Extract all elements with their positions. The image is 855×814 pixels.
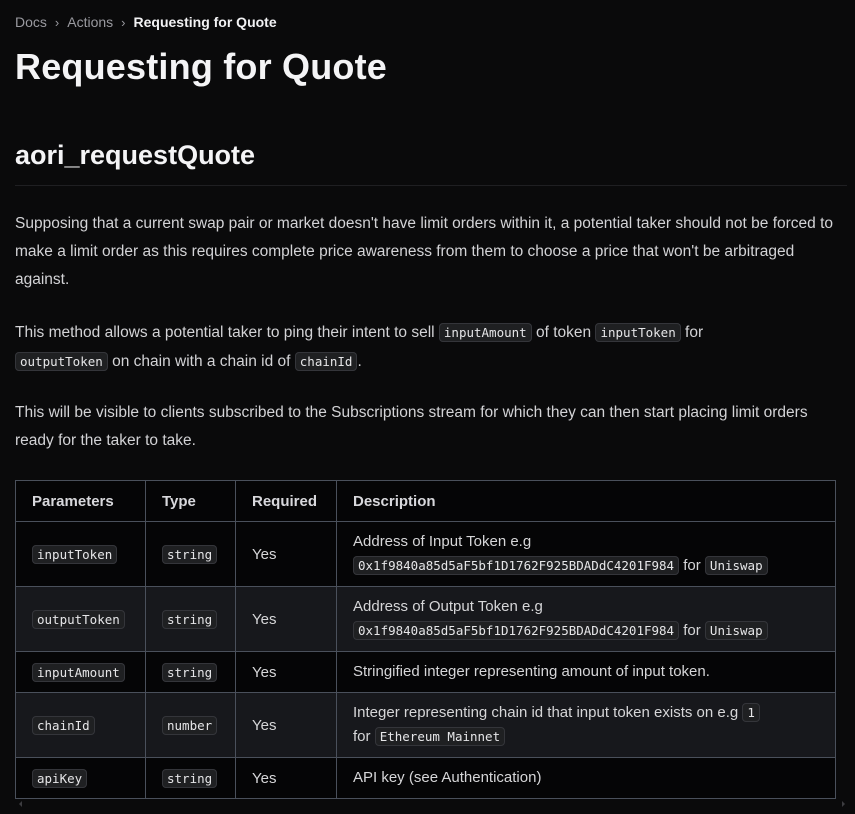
param-type: number	[162, 715, 218, 735]
param-type: string	[162, 609, 218, 629]
chevron-right-icon: ›	[54, 14, 60, 30]
intro-paragraph: Supposing that a current swap pair or ma…	[15, 215, 834, 288]
table-row: inputToken string Yes Address of Input T…	[15, 521, 836, 587]
type-cell: string	[145, 521, 236, 587]
param-name: inputToken	[32, 544, 118, 564]
param-name: inputAmount	[32, 662, 125, 682]
desc-text: for	[353, 728, 375, 745]
required-cell: Yes	[235, 692, 337, 758]
param-type: string	[162, 544, 218, 564]
type-cell: string	[145, 757, 236, 799]
chevron-right-icon: ›	[121, 14, 126, 30]
type-cell: string	[145, 586, 236, 652]
description-cell: Address of Output Token e.g 0x1f9840a85d5…	[336, 586, 836, 652]
required-cell: Yes	[235, 521, 337, 587]
desc-address: 0x1f9840a85d5aF5bf1D1762F925BDADdC4201F9…	[353, 621, 680, 640]
table-row: chainId number Yes Integer representing …	[15, 692, 836, 758]
code-output-token: outputToken	[15, 352, 108, 371]
param-cell: inputToken	[15, 521, 146, 587]
table-row: outputToken string Yes Address of Output…	[15, 586, 836, 652]
page-title: Requesting for Quote	[15, 46, 387, 87]
breadcrumb: Docs › Actions › Requesting for Quote	[15, 14, 277, 30]
description-cell: Integer representing chain id that input…	[336, 692, 836, 758]
section-title: aori_requestQuote	[15, 140, 256, 170]
desc-chain-name: Ethereum Mainnet	[374, 727, 506, 746]
breadcrumb-current: Requesting for Quote	[133, 14, 277, 30]
scroll-right-arrow-icon[interactable]	[842, 801, 845, 807]
desc-text: Address of Input Token e.g	[353, 533, 532, 550]
param-cell: chainId	[15, 692, 146, 758]
type-cell: number	[145, 692, 236, 758]
text: .	[357, 353, 362, 370]
desc-token-name: Uniswap	[704, 556, 768, 575]
scroll-left-arrow-icon[interactable]	[19, 801, 22, 807]
breadcrumb-docs[interactable]: Docs	[15, 14, 47, 30]
text: of token	[531, 324, 596, 341]
method-paragraph: This method allows a potential taker to …	[15, 318, 847, 376]
description-cell: API key (see Authentication)	[336, 757, 836, 799]
description-cell: Address of Input Token e.g 0x1f9840a85d5a…	[336, 521, 836, 587]
param-cell: inputAmount	[15, 651, 146, 693]
table-header-row: Parameters Type Required Description	[15, 480, 836, 522]
header-type: Type	[145, 480, 236, 522]
desc-token-name: Uniswap	[704, 621, 768, 640]
param-type: string	[162, 662, 218, 682]
visibility-paragraph: This will be visible to clients subscrib…	[15, 404, 808, 449]
required-cell: Yes	[235, 651, 337, 693]
breadcrumb-actions[interactable]: Actions	[67, 14, 113, 30]
desc-text: for	[679, 622, 705, 639]
parameters-table-container: Parameters Type Required Description inp…	[15, 480, 836, 799]
description-cell: Stringified integer representing amount …	[336, 651, 836, 693]
text: for	[680, 324, 704, 341]
type-cell: string	[145, 651, 236, 693]
header-required: Required	[235, 480, 337, 522]
table-row: apiKey string Yes API key (see Authentic…	[15, 757, 836, 799]
param-name: apiKey	[32, 768, 88, 788]
desc-text: Address of Output Token e.g	[353, 598, 543, 615]
parameters-table: Parameters Type Required Description inp…	[15, 480, 836, 799]
section-divider	[15, 185, 847, 186]
code-input-amount: inputAmount	[438, 323, 532, 342]
code-chain-id: chainId	[294, 352, 358, 371]
code-input-token: inputToken	[595, 323, 681, 342]
desc-text: for	[679, 557, 705, 574]
required-cell: Yes	[235, 757, 337, 799]
text: This method allows a potential taker to …	[15, 324, 439, 341]
param-name: chainId	[32, 715, 95, 735]
horizontal-scrollbar[interactable]	[15, 798, 845, 810]
param-type: string	[162, 768, 218, 788]
param-name: outputToken	[32, 609, 125, 629]
param-cell: outputToken	[15, 586, 146, 652]
table-row: inputAmount string Yes Stringified integ…	[15, 651, 836, 693]
desc-chain-id: 1	[742, 703, 760, 722]
desc-text: Integer representing chain id that input…	[353, 704, 743, 721]
text: on chain with a chain id of	[107, 353, 295, 370]
param-cell: apiKey	[15, 757, 146, 799]
header-parameters: Parameters	[15, 480, 146, 522]
desc-address: 0x1f9840a85d5aF5bf1D1762F925BDADdC4201F9…	[353, 556, 680, 575]
header-description: Description	[336, 480, 836, 522]
required-cell: Yes	[235, 586, 337, 652]
